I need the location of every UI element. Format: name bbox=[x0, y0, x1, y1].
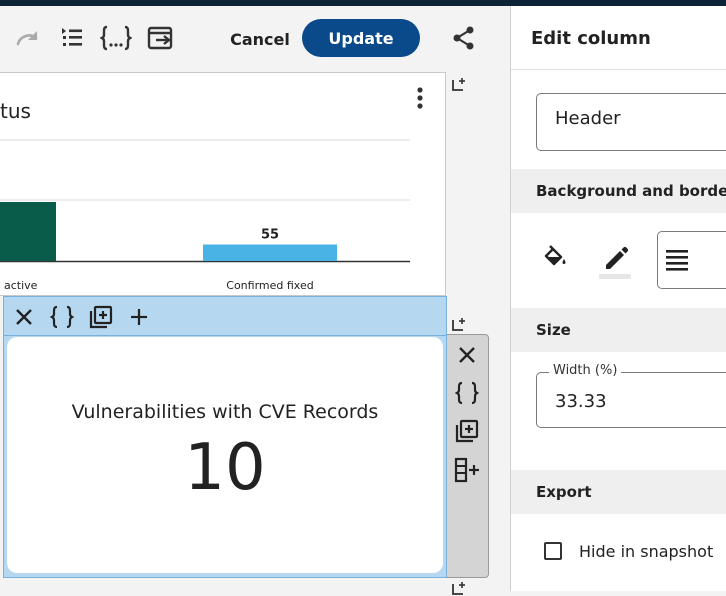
kpi-tile[interactable]: Vulnerabilities with CVE Records 10 bbox=[3, 336, 447, 578]
border-style-select[interactable] bbox=[657, 231, 726, 289]
paint-bucket-icon[interactable] bbox=[541, 243, 569, 271]
section-export: Export bbox=[511, 470, 726, 514]
export-icon[interactable] bbox=[145, 22, 177, 54]
plus-icon[interactable] bbox=[125, 303, 153, 331]
section-title: Background and border bbox=[536, 182, 726, 200]
tile-side-toolbar bbox=[447, 334, 489, 578]
header-input[interactable] bbox=[555, 108, 725, 129]
json-braces-icon[interactable] bbox=[100, 22, 132, 54]
divider bbox=[511, 69, 726, 70]
hide-in-snapshot-checkbox[interactable] bbox=[544, 542, 562, 560]
add-tile-right-icon[interactable] bbox=[451, 316, 467, 332]
edit-column-panel: Edit column Background and border Size W… bbox=[510, 6, 726, 591]
section-title: Size bbox=[536, 321, 571, 339]
share-icon[interactable] bbox=[448, 22, 480, 54]
hide-in-snapshot-label[interactable]: Hide in snapshot bbox=[579, 542, 713, 561]
header-input-field[interactable] bbox=[536, 93, 726, 151]
chart-bar[interactable] bbox=[0, 202, 56, 261]
json-braces-icon[interactable] bbox=[48, 303, 76, 331]
category-label: active bbox=[4, 279, 38, 292]
cancel-button[interactable]: Cancel bbox=[222, 24, 298, 54]
category-label: Confirmed fixed bbox=[226, 279, 313, 292]
add-tile-right-icon[interactable] bbox=[451, 76, 467, 92]
kpi-label: Vulnerabilities with CVE Records bbox=[71, 401, 379, 423]
border-color-swatch[interactable] bbox=[599, 274, 631, 279]
data-label: 55 bbox=[261, 228, 279, 243]
add-column-icon[interactable] bbox=[453, 456, 481, 484]
width-input[interactable] bbox=[555, 391, 715, 412]
chart-bar[interactable] bbox=[203, 244, 337, 262]
panel-title: Edit column bbox=[531, 28, 651, 49]
outline-list-icon[interactable] bbox=[56, 22, 88, 54]
redo-icon[interactable] bbox=[12, 22, 44, 54]
kpi-value: 10 bbox=[184, 431, 266, 505]
section-background-border: Background and border bbox=[511, 169, 726, 213]
json-braces-icon[interactable] bbox=[453, 379, 481, 407]
kpi-tile-body: Vulnerabilities with CVE Records 10 bbox=[7, 337, 443, 573]
duplicate-icon[interactable] bbox=[453, 417, 481, 445]
close-icon[interactable] bbox=[10, 303, 38, 331]
tile-toolbar bbox=[3, 296, 447, 336]
update-button[interactable]: Update bbox=[302, 19, 420, 57]
border-style-icon bbox=[666, 250, 688, 271]
duplicate-icon[interactable] bbox=[87, 303, 115, 331]
bar-chart: active 55 Confirmed fixed bbox=[0, 139, 410, 292]
close-icon[interactable] bbox=[453, 341, 481, 369]
status-chart-card[interactable]: tus active 55 Confirmed fixed bbox=[0, 72, 446, 296]
section-title: Export bbox=[536, 483, 592, 501]
add-tile-right-icon[interactable] bbox=[451, 580, 467, 596]
dashboard-toolbar: Cancel Update bbox=[0, 6, 510, 70]
width-field[interactable]: Width (%) bbox=[536, 363, 726, 428]
section-size: Size bbox=[511, 308, 726, 352]
width-label: Width (%) bbox=[549, 363, 622, 378]
